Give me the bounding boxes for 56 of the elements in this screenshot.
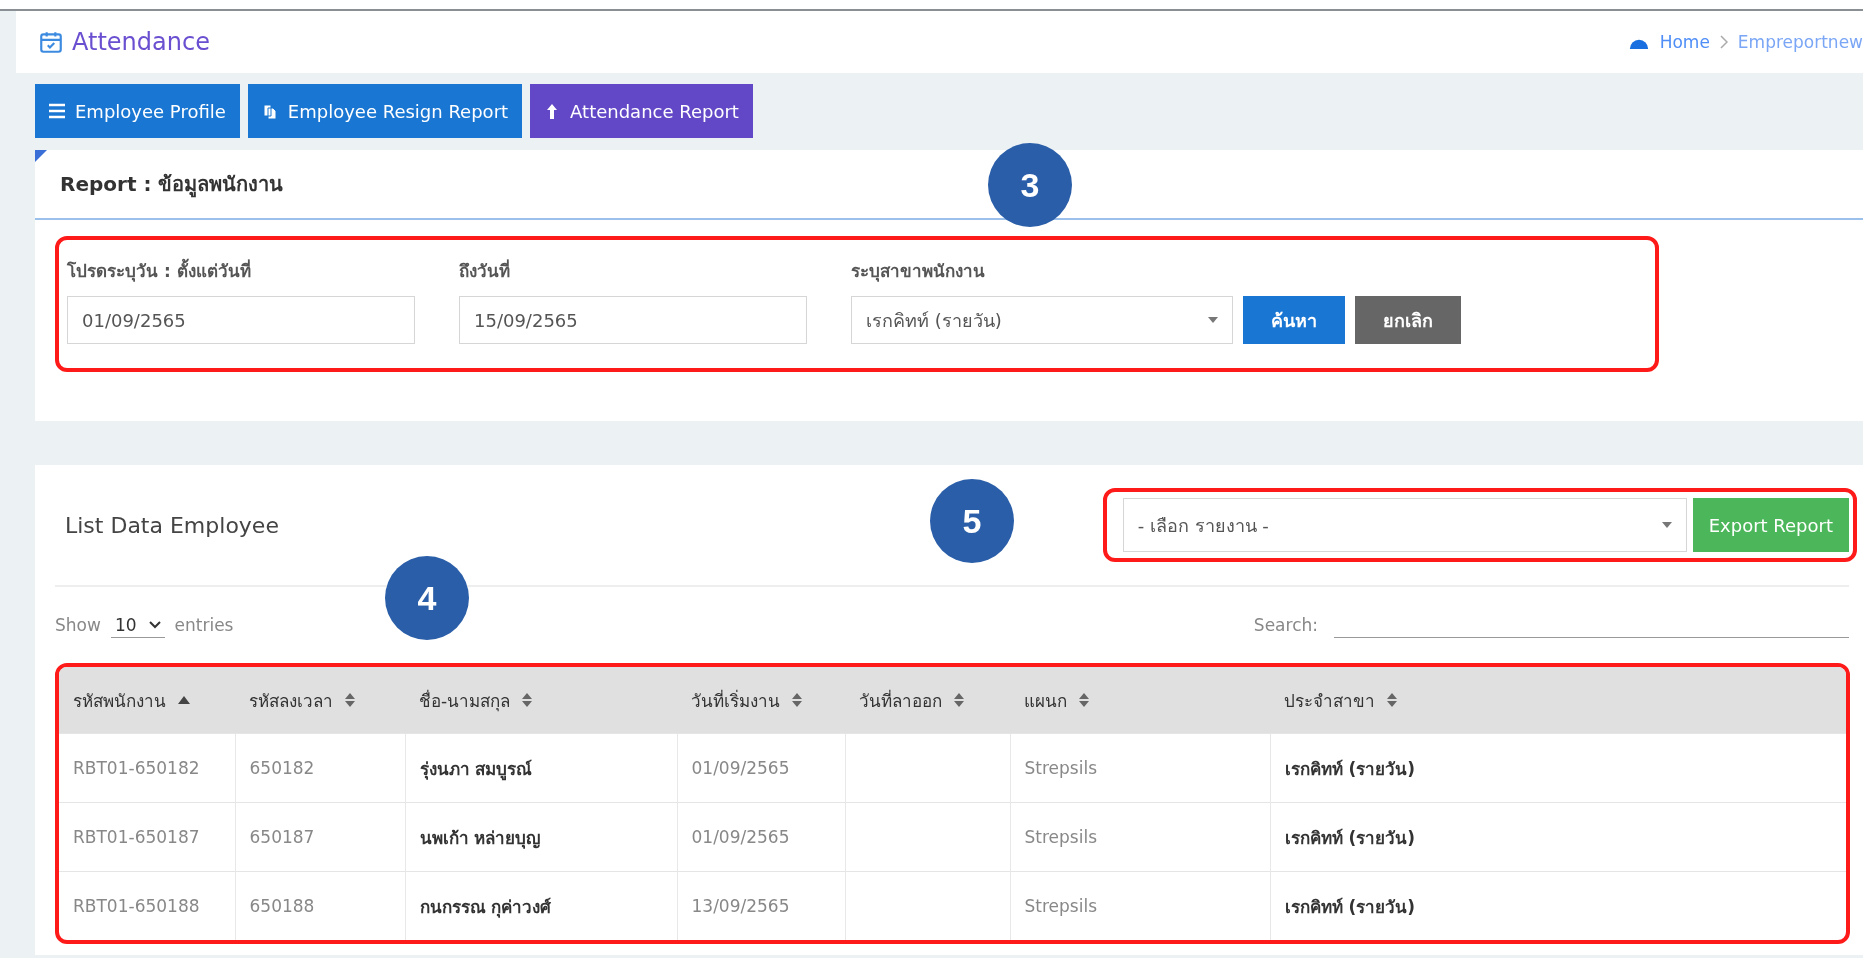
table-cell: นพเก้า หล่ายบุญ [405, 802, 677, 872]
table-cell: เรกคิทท์ (รายวัน) [1270, 802, 1846, 872]
column-header[interactable]: รหัสลงเวลา [235, 667, 405, 734]
table-cell: 13/09/2565 [677, 871, 845, 940]
card-title: List Data Employee [65, 512, 279, 538]
report-select[interactable]: - เลือก รายงาน - [1122, 498, 1687, 552]
table-cell: 01/09/2565 [677, 802, 845, 872]
column-header[interactable]: ประจำสาขา [1270, 667, 1846, 734]
breadcrumb-item: Empreportnew [1737, 32, 1863, 52]
card-title: Report : ข้อมูลพนักงาน [35, 150, 284, 220]
table-cell: 650187 [235, 802, 405, 872]
caret-icon [1661, 522, 1672, 528]
calendar-icon [38, 29, 64, 55]
entries-select[interactable]: 10 [110, 612, 165, 638]
step-badge: 3 [988, 143, 1072, 227]
table-cell: เรกคิทท์ (รายวัน) [1270, 733, 1846, 803]
table-cell: RBT01-650187 [59, 802, 235, 872]
search-button[interactable]: ค้นหา [1243, 296, 1345, 344]
cancel-button[interactable]: ยกเลิก [1355, 296, 1461, 344]
column-header[interactable]: วันที่ลาออก [845, 667, 1010, 734]
branch-select[interactable]: เรกคิทท์ (รายวัน) [851, 296, 1233, 344]
date-field[interactable]: 01/09/2565 [67, 296, 415, 344]
table-cell: รุ่งนภา สมบูรณ์ [405, 733, 677, 803]
nav-button[interactable]: Attendance Report [530, 84, 753, 138]
page-title: Attendance [72, 28, 210, 56]
column-header[interactable]: ชื่อ-นามสกุล [405, 667, 677, 734]
menu-icon [49, 103, 65, 119]
corner-marker-icon [35, 150, 47, 162]
table-cell: RBT01-650188 [59, 871, 235, 940]
column-header[interactable]: วันที่เริ่มงาน [677, 667, 845, 734]
table-cell: 650188 [235, 871, 405, 940]
table-cell: Strepsils [1010, 733, 1270, 803]
field-label: ระบุสาขาพนักงาน [851, 260, 986, 284]
chevron-right-icon [1719, 35, 1728, 49]
documents-icon [261, 103, 278, 119]
column-header[interactable]: แผนก [1010, 667, 1270, 734]
table-cell: RBT01-650182 [59, 733, 235, 803]
date-field[interactable]: 15/09/2565 [459, 296, 807, 344]
nav-button[interactable]: Employee Resign Report [247, 84, 523, 138]
field-label: โปรดระบุวัน : ตั้งแต่วันที่ [67, 257, 415, 284]
table-cell: เรกคิทท์ (รายวัน) [1270, 871, 1846, 940]
table-cell: 01/09/2565 [677, 733, 845, 803]
column-header[interactable]: รหัสพนักงาน [59, 667, 235, 734]
entries-label: entries [174, 615, 234, 635]
table-cell: กนกรรณ กุค่าวงศ์ [405, 871, 677, 940]
table-cell: Strepsils [1010, 871, 1270, 940]
show-label: Show [55, 615, 101, 635]
nav-button[interactable]: Employee Profile [35, 84, 240, 138]
search-label: Search: [1253, 615, 1318, 635]
step-badge: 4 [385, 556, 469, 640]
field-label: ถึงวันที่ [459, 258, 511, 283]
caret-icon [1208, 317, 1218, 323]
step-badge: 5 [930, 479, 1014, 563]
chevron-down-icon [148, 620, 161, 629]
table-cell: 650182 [235, 733, 405, 803]
table-cell: Strepsils [1010, 802, 1270, 872]
